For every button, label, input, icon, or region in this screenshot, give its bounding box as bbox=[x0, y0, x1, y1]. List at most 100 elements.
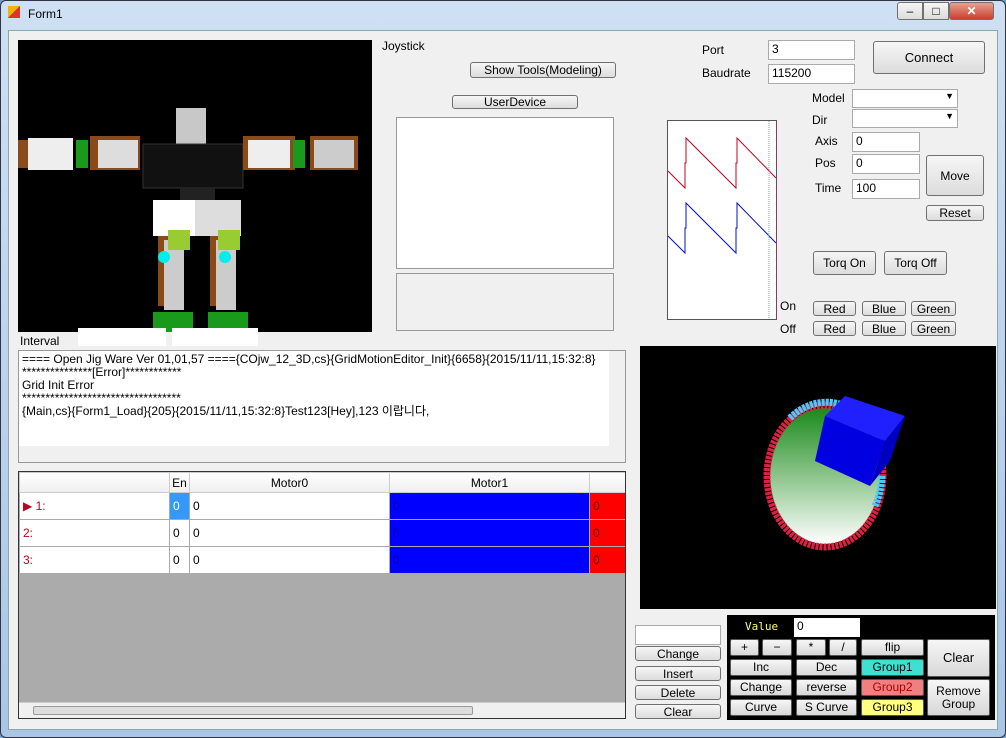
row-header[interactable]: 3: bbox=[19, 546, 170, 574]
log-line: ***************[Error]************ bbox=[22, 365, 182, 379]
motor1-cell[interactable]: 0 bbox=[389, 492, 590, 520]
maximize-button[interactable]: □ bbox=[923, 2, 949, 20]
group2-button[interactable]: Group2 bbox=[861, 679, 924, 696]
flip-button[interactable]: flip bbox=[861, 639, 924, 656]
inc-button[interactable]: Inc bbox=[730, 659, 792, 676]
table-row[interactable]: ▶ 1: 0 0 0 0 bbox=[19, 492, 625, 520]
port-input[interactable]: 3 bbox=[768, 40, 855, 60]
log-line: {Main,cs}{Form1_Load}{205}{2015/11/11,15… bbox=[22, 404, 430, 418]
reverse-button[interactable]: reverse bbox=[796, 679, 857, 696]
interval-label: Interval bbox=[20, 334, 60, 348]
group3-button[interactable]: Group3 bbox=[861, 699, 924, 716]
dir-label: Dir bbox=[812, 113, 828, 127]
grid-hscrollbar[interactable] bbox=[19, 702, 625, 718]
s-curve-button[interactable]: S Curve bbox=[796, 699, 857, 716]
curve-button[interactable]: Curve bbox=[730, 699, 792, 716]
user-device-tab[interactable]: UserDevice bbox=[452, 95, 578, 109]
grid-header-corner bbox=[19, 472, 170, 493]
off-blue-button[interactable]: Blue bbox=[862, 321, 906, 336]
insert-row-button[interactable]: Insert bbox=[635, 666, 721, 681]
torq-off-button[interactable]: Torq Off bbox=[884, 251, 947, 275]
robot-model bbox=[18, 108, 358, 332]
log-vscrollbar[interactable] bbox=[609, 351, 625, 448]
reset-button[interactable]: Reset bbox=[926, 205, 984, 221]
edit-value-input[interactable] bbox=[635, 625, 721, 645]
grid-header-motor2[interactable] bbox=[589, 472, 625, 493]
interval-input-1[interactable] bbox=[78, 328, 166, 346]
en-cell[interactable]: 0 bbox=[169, 519, 190, 547]
row-header[interactable]: 2: bbox=[19, 519, 170, 547]
on-green-button[interactable]: Green bbox=[911, 301, 956, 316]
baudrate-label: Baudrate bbox=[702, 66, 751, 80]
user-device-panel bbox=[396, 117, 614, 269]
pos-input[interactable]: 0 bbox=[852, 154, 920, 174]
value-input[interactable]: 0 bbox=[794, 618, 860, 637]
value-label: Value bbox=[745, 620, 779, 633]
on-label: On bbox=[780, 299, 797, 313]
log-hscrollbar[interactable] bbox=[19, 446, 625, 462]
motor2-cell[interactable]: 0 bbox=[589, 519, 625, 547]
motion-grid[interactable]: En Motor0 Motor1 ▶ 1: 0 0 0 0 2: 0 0 0 0 3: 0 0 0 0 bbox=[18, 471, 626, 719]
show-tools-button[interactable]: Show Tools(Modeling) bbox=[470, 62, 616, 78]
close-button[interactable]: ✕ bbox=[949, 2, 994, 20]
motor0-cell[interactable]: 0 bbox=[189, 492, 390, 520]
motor1-cell[interactable]: 0 bbox=[389, 519, 590, 547]
device-info-panel bbox=[396, 273, 614, 331]
motor0-cell[interactable]: 0 bbox=[189, 519, 390, 547]
change-row-button[interactable]: Change bbox=[635, 646, 721, 661]
group1-button[interactable]: Group1 bbox=[861, 659, 924, 676]
move-button[interactable]: Move bbox=[926, 155, 984, 196]
grid-header-en[interactable]: En bbox=[169, 472, 190, 493]
time-label: Time bbox=[815, 181, 842, 195]
model-dropdown[interactable]: ▼ bbox=[852, 89, 958, 108]
axis-label: Axis bbox=[815, 134, 838, 148]
axis-input[interactable]: 0 bbox=[852, 132, 920, 152]
en-cell[interactable]: 0 bbox=[169, 546, 190, 574]
torq-on-button[interactable]: Torq On bbox=[813, 251, 876, 275]
grid-header-motor0[interactable]: Motor0 bbox=[189, 472, 390, 493]
time-input[interactable]: 100 bbox=[852, 179, 920, 199]
en-cell[interactable]: 0 bbox=[169, 492, 190, 520]
change-tools-button[interactable]: Change bbox=[730, 679, 792, 696]
dec-button[interactable]: Dec bbox=[796, 659, 857, 676]
joystick-label: Joystick bbox=[382, 39, 425, 53]
row-header[interactable]: ▶ 1: bbox=[19, 492, 170, 520]
pose-3d-view[interactable] bbox=[640, 346, 996, 609]
interval-input-2[interactable] bbox=[172, 328, 258, 346]
on-red-button[interactable]: Red bbox=[813, 301, 856, 316]
motor2-cell[interactable]: 0 bbox=[589, 546, 625, 574]
off-red-button[interactable]: Red bbox=[813, 321, 856, 336]
red-wave bbox=[667, 136, 777, 190]
plus-button[interactable]: + bbox=[730, 639, 759, 656]
baudrate-input[interactable]: 115200 bbox=[768, 64, 855, 84]
pos-label: Pos bbox=[815, 156, 836, 170]
multiply-button[interactable]: * bbox=[796, 639, 826, 656]
remove-group-button[interactable]: Remove Group bbox=[927, 679, 990, 716]
scroll-thumb[interactable] bbox=[33, 706, 473, 715]
minimize-button[interactable]: – bbox=[897, 2, 923, 20]
model-label: Model bbox=[812, 91, 845, 105]
app-icon bbox=[8, 6, 20, 18]
motor0-cell[interactable]: 0 bbox=[189, 546, 390, 574]
minus-button[interactable]: − bbox=[762, 639, 792, 656]
grid-header-motor1[interactable]: Motor1 bbox=[389, 472, 590, 493]
dir-dropdown[interactable]: ▼ bbox=[852, 109, 958, 128]
off-label: Off bbox=[780, 322, 796, 336]
port-label: Port bbox=[702, 43, 725, 57]
off-green-button[interactable]: Green bbox=[911, 321, 956, 336]
motor2-cell[interactable]: 0 bbox=[589, 492, 625, 520]
table-row[interactable]: 3: 0 0 0 0 bbox=[19, 546, 625, 574]
table-row[interactable]: 2: 0 0 0 0 bbox=[19, 519, 625, 547]
connect-button[interactable]: Connect bbox=[873, 41, 985, 74]
robot-3d-view[interactable] bbox=[18, 40, 372, 332]
on-blue-button[interactable]: Blue bbox=[862, 301, 906, 316]
clear-tools-button[interactable]: Clear bbox=[927, 639, 990, 677]
clear-rows-button[interactable]: Clear bbox=[635, 704, 721, 719]
motor1-cell[interactable]: 0 bbox=[389, 546, 590, 574]
waveform-graph bbox=[667, 120, 777, 320]
divide-button[interactable]: / bbox=[829, 639, 857, 656]
delete-row-button[interactable]: Delete bbox=[635, 685, 721, 700]
window-title: Form1 bbox=[28, 7, 63, 21]
blue-wave bbox=[667, 201, 777, 255]
log-textbox[interactable]: ==== Open Jig Ware Ver 01,01,57 ===={COj… bbox=[18, 350, 626, 463]
